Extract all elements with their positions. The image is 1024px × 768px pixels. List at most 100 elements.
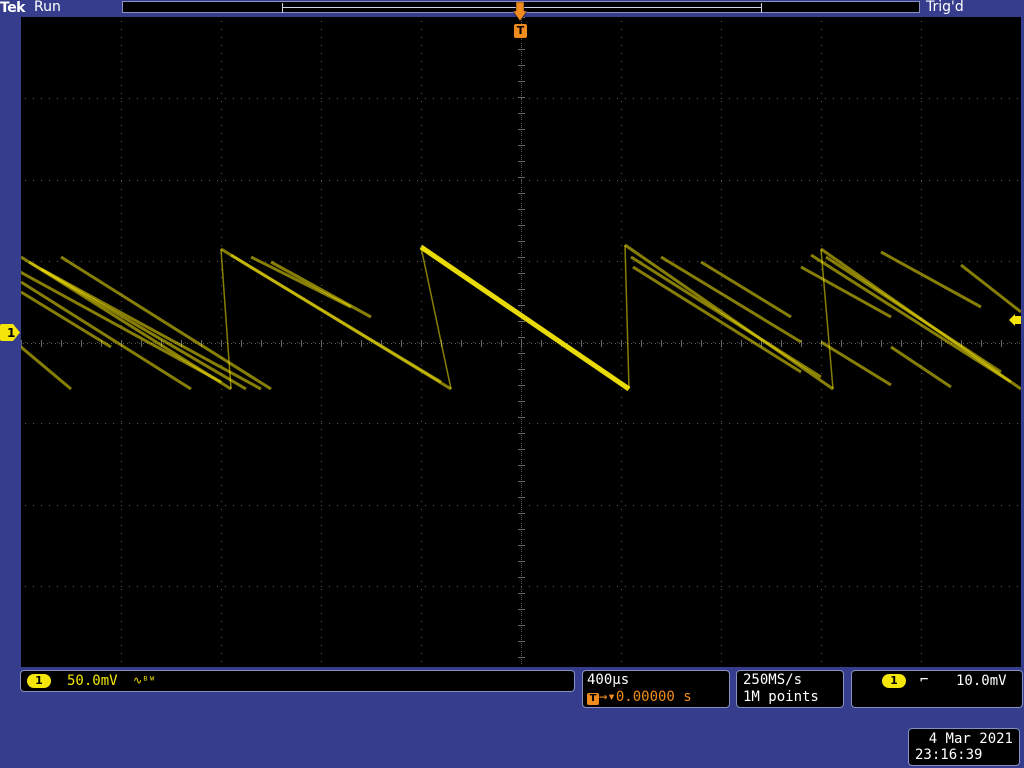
grid-dot [221,389,222,390]
grid-dot [529,180,530,181]
grid-dot [431,343,432,344]
grid-dot [571,343,572,344]
grid-dot [969,586,970,587]
grid-dot [127,343,128,344]
grid-dot [25,423,26,424]
grid-dot [433,180,434,181]
grid-dot [121,133,122,134]
grid-dot [329,505,330,506]
grid-dot [977,586,978,587]
grid-dot [497,423,498,424]
grid-dot [821,69,822,70]
grid-dot [321,413,322,414]
grid-dot [449,423,450,424]
grid-dot [721,61,722,62]
delay-arrow-icon: →▾ [599,689,616,705]
waveform-trace [624,244,630,390]
grid-dot [779,343,780,344]
grid-dot [625,423,626,424]
grid-dot [673,180,674,181]
grid-dot [275,343,276,344]
grid-dot [321,445,322,446]
grid-dot [993,423,994,424]
grid-dot [821,653,822,654]
grid-dot [961,180,962,181]
grid-dot [421,125,422,126]
trigger-level-icon[interactable] [1009,314,1021,326]
grid-dot [129,180,130,181]
grid-dot [521,61,522,62]
grid-dot [977,261,978,262]
channel1-readout[interactable]: 1 50.0mV ∿ᴮᵂ [20,670,575,692]
grid-dot [221,133,222,134]
grid-dot [521,639,522,640]
grid-dot [361,586,362,587]
grid-dot [657,505,658,506]
grid-dot [743,343,744,344]
grid-dot [201,423,202,424]
grid-dot [321,357,322,358]
grid-dot [209,342,210,343]
grid-dot [577,98,578,99]
grid-dot [217,180,218,181]
grid-dot [289,586,290,587]
grid-dot [735,343,736,344]
grid-dot [489,342,490,343]
grid-dot [41,423,42,424]
grid-dot [209,98,210,99]
grid-dot [121,165,122,166]
grid-dot [881,261,882,262]
grid-dot [257,98,258,99]
grid-dot [769,261,770,262]
acquisition-readout[interactable]: 250MS/s 1M points [736,670,844,708]
grid-dot [673,261,674,262]
grid-dot [257,586,258,587]
grid-dot [421,109,422,110]
grid-dot [521,607,522,608]
channel1-ground-marker[interactable]: 1 [0,324,20,341]
grid-tick [518,625,525,626]
grid-dot [321,653,322,654]
grid-dot [723,343,724,344]
grid-dot [777,423,778,424]
grid-dot [577,423,578,424]
grid-dot [921,461,922,462]
grid-dot [421,277,422,278]
grid-dot [621,85,622,86]
grid-dot [353,342,354,343]
grid-dot [153,180,154,181]
grid-dot [937,180,938,181]
grid-dot [169,586,170,587]
grid-dot [641,180,642,181]
grid-dot [521,293,522,294]
grid-dot [321,461,322,462]
grid-dot [801,423,802,424]
grid-dot [921,573,922,574]
grid-dot [625,342,626,343]
grid-dot [505,423,506,424]
grid-dot [521,571,522,572]
grid-dot [821,629,822,630]
grid-dot [721,517,722,518]
grid-dot [421,557,422,558]
grid-dot [899,343,900,344]
trigger-marker[interactable]: T [514,24,527,38]
grid-dot [821,413,822,414]
grid-dot [1017,261,1018,262]
grid-dot [297,98,298,99]
grid-dot [145,98,146,99]
grid-dot [821,565,822,566]
trigger-readout[interactable]: 1 ⌐ 10.0mV [851,670,1023,708]
waveform-display[interactable] [10,17,1022,667]
grid-dot [621,477,622,478]
grid-dot [521,487,522,488]
grid-dot [977,505,978,506]
grid-dot [537,505,538,506]
grid-dot [821,477,822,478]
grid-dot [621,549,622,550]
grid-dot [921,61,922,62]
timebase-readout[interactable]: 400µs T →▾0.00000 s [582,670,730,708]
grid-dot [421,93,422,94]
grid-dot [249,423,250,424]
grid-dot [489,586,490,587]
